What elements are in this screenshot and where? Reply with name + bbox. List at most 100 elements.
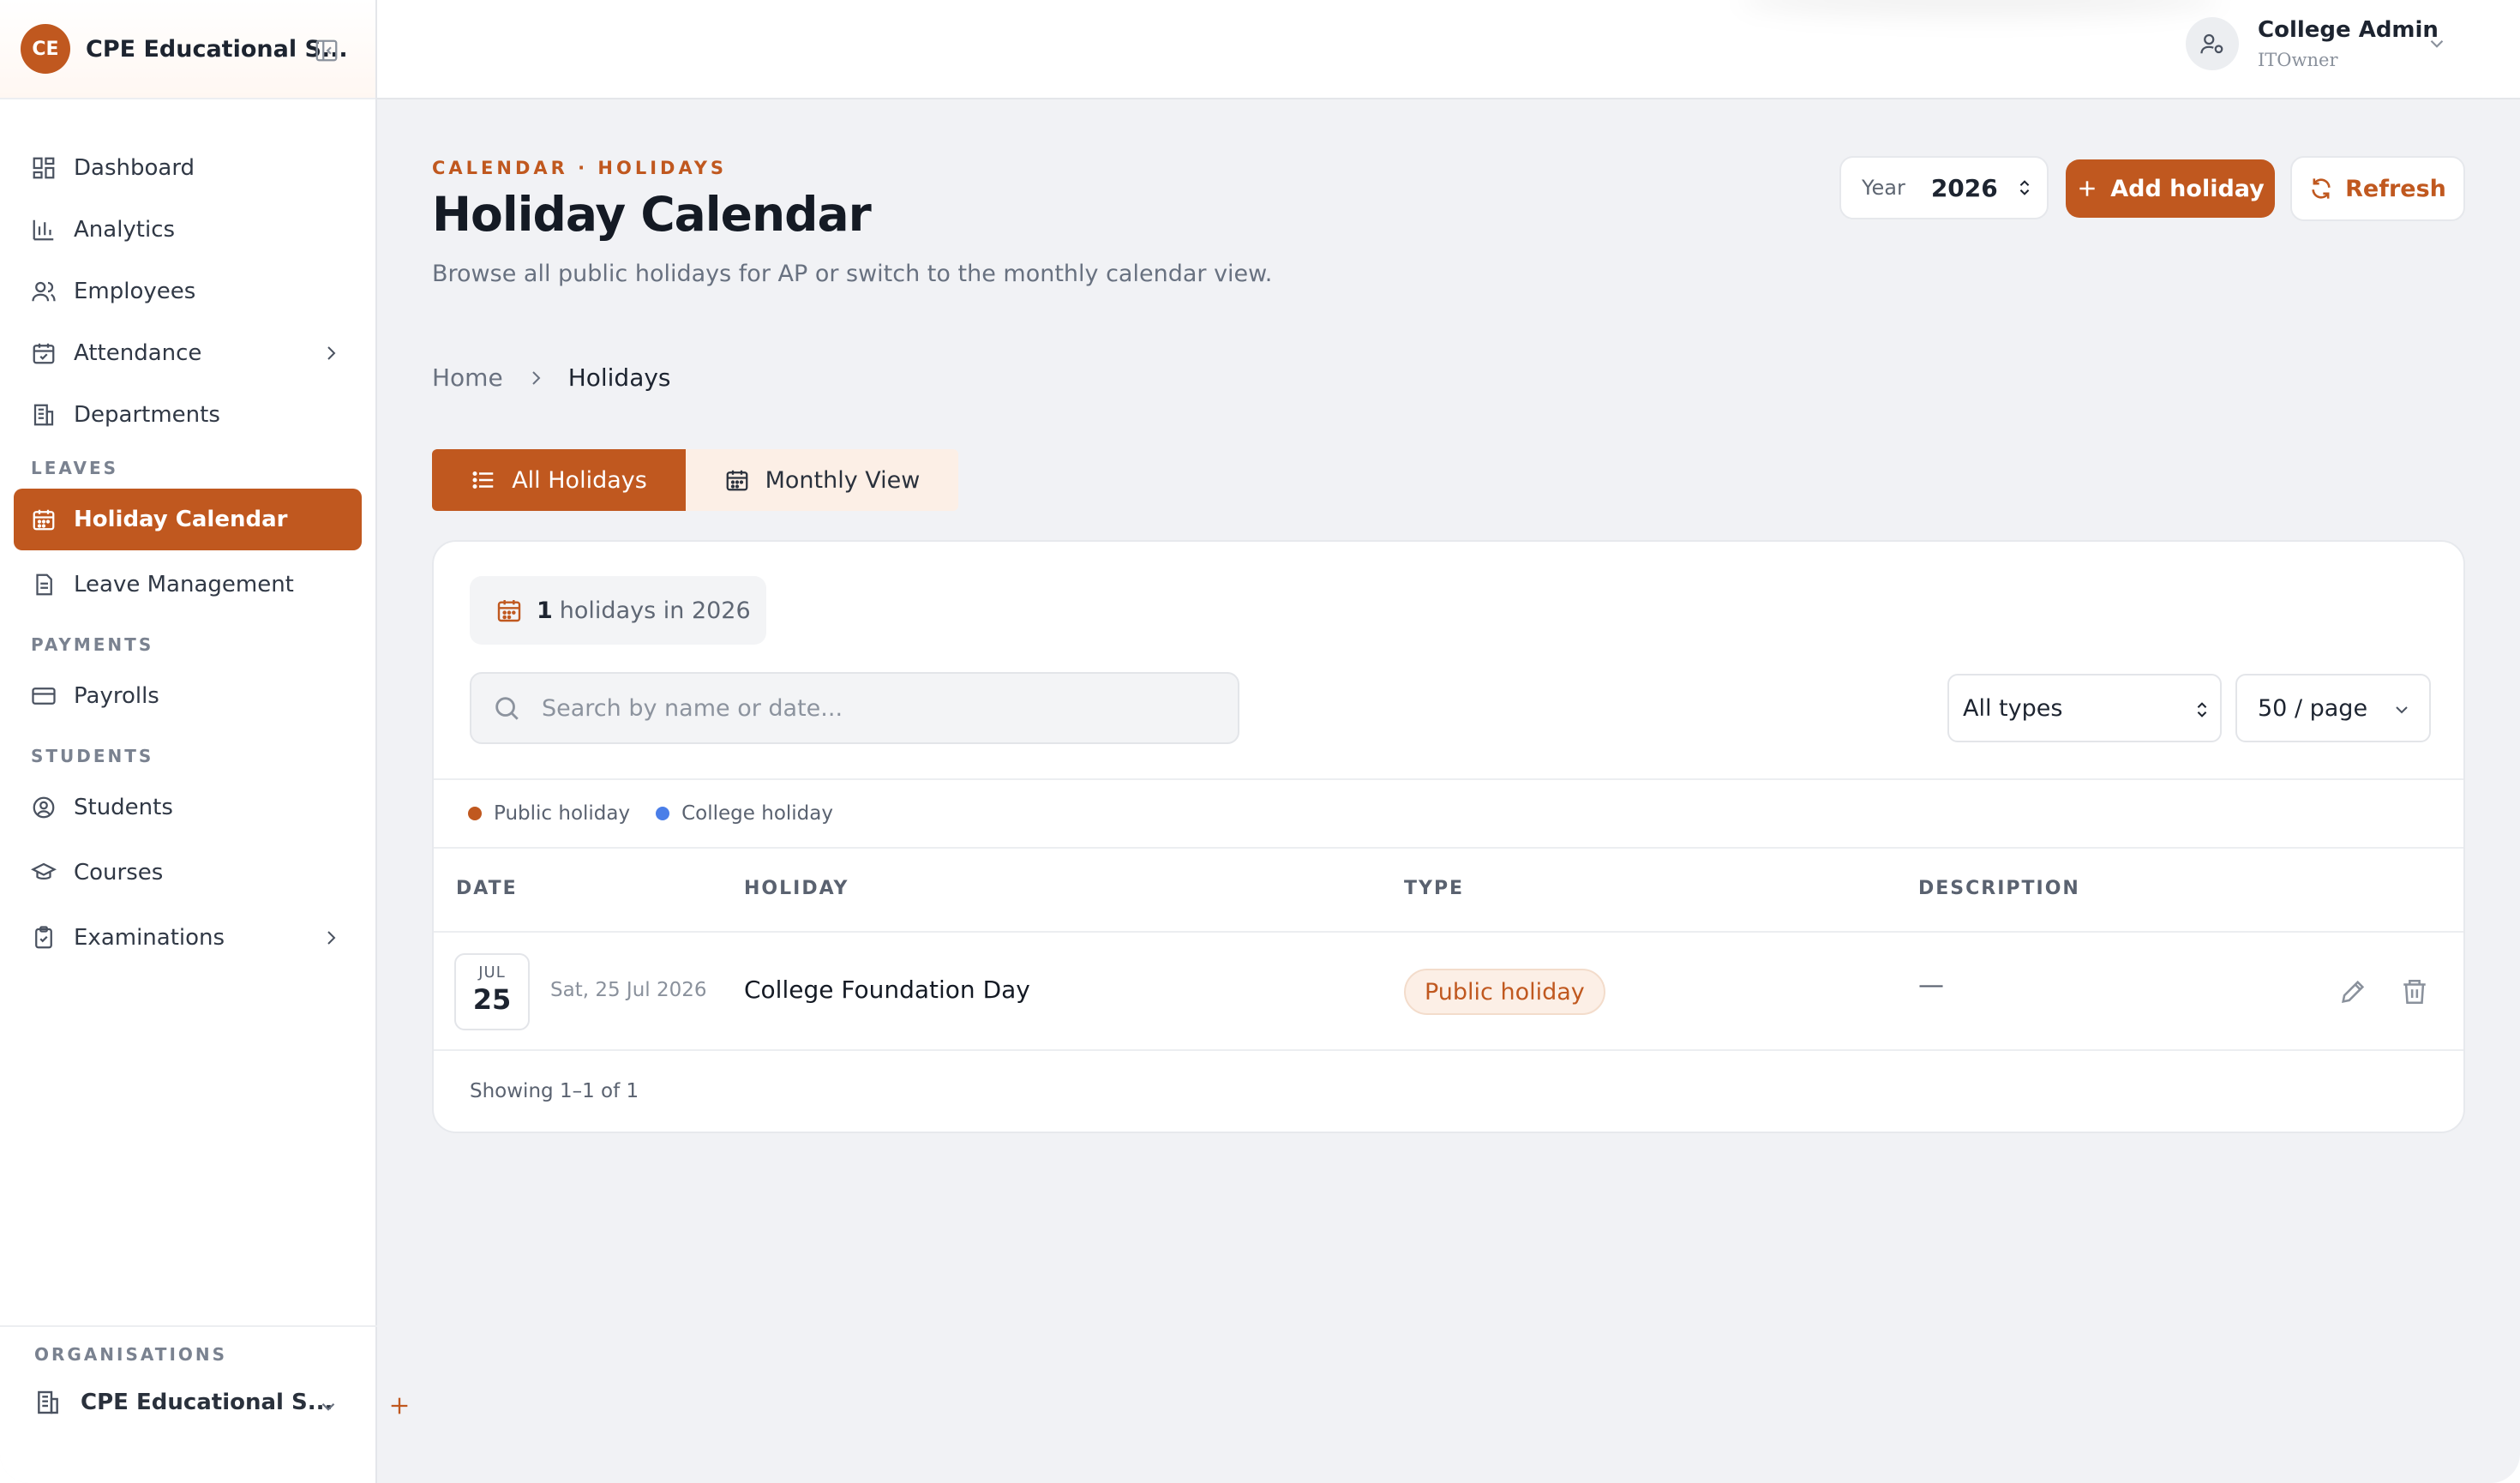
list-icon <box>472 471 494 489</box>
user-name[interactable]: College Admin <box>2258 17 2439 43</box>
column-header-type[interactable]: TYPE <box>1404 878 1464 899</box>
org-avatar[interactable]: CE <box>21 24 70 74</box>
tab-monthly-view[interactable]: Monthly View <box>686 449 958 511</box>
user-circle-icon <box>33 796 55 819</box>
breadcrumb-current: Holidays <box>567 363 671 392</box>
table-row[interactable]: JUL 25 Sat, 25 Jul 2026 College Foundati… <box>434 931 2463 1051</box>
organisations-label: ORGANISATIONS <box>34 1344 228 1365</box>
chevron-down-icon <box>2396 706 2408 714</box>
search-input[interactable] <box>542 694 1210 722</box>
tab-label: Monthly View <box>765 466 921 494</box>
credit-card-icon <box>32 687 56 705</box>
trash-icon[interactable] <box>2400 977 2429 1006</box>
pencil-icon[interactable] <box>2338 977 2367 1006</box>
user-role: ITOwner <box>2258 50 2338 70</box>
sidebar-item-students[interactable]: Students <box>14 777 362 838</box>
sidebar-item-label: Departments <box>74 402 220 428</box>
sidebar-item-courses[interactable]: Courses <box>14 842 362 904</box>
user-avatar[interactable] <box>2186 17 2239 70</box>
legend: Public holiday College holiday <box>434 778 2463 849</box>
clipboard-check-icon <box>35 926 52 949</box>
user-settings-icon <box>2200 33 2223 54</box>
sidebar-item-departments[interactable]: Departments <box>14 384 362 446</box>
refresh-icon <box>2312 178 2331 199</box>
sidebar-header: CE CPE Educational S... <box>0 0 375 99</box>
page-size-select[interactable]: 50 / page <box>2235 674 2431 742</box>
page-subtitle: Browse all public holidays for AP or swi… <box>432 261 1273 287</box>
calendar-icon <box>726 470 747 491</box>
legend-dot <box>468 807 482 820</box>
year-value: 2026 <box>1930 173 1998 202</box>
holiday-name: College Foundation Day <box>744 976 1030 1004</box>
plus-icon <box>2079 181 2095 196</box>
chevron-down-icon[interactable] <box>2426 33 2448 55</box>
year-label: Year <box>1862 176 1905 200</box>
sidebar-item-label: Leave Management <box>74 572 294 597</box>
page-size-value: 50 / page <box>2258 694 2368 722</box>
org-switcher-label: CPE Educational S... <box>81 1390 333 1415</box>
org-name[interactable]: CPE Educational S... <box>86 36 348 63</box>
holiday-description: — <box>1918 970 1944 1000</box>
breadcrumb-home[interactable]: Home <box>432 363 503 392</box>
holiday-count-text: holidays in 2026 <box>559 597 751 624</box>
page-eyebrow: CALENDAR · HOLIDAYS <box>432 158 728 178</box>
legend-label: College holiday <box>681 802 833 825</box>
dashboard-icon <box>33 157 55 179</box>
page-title: Holiday Calendar <box>432 187 872 242</box>
calendar-icon <box>497 600 521 622</box>
date-tile: JUL 25 <box>454 953 530 1030</box>
type-badge: Public holiday <box>1404 969 1605 1015</box>
nav-section-payments: PAYMENTS <box>31 634 154 655</box>
add-org-icon[interactable] <box>387 1394 411 1418</box>
sidebar-item-leave-management[interactable]: Leave Management <box>14 554 362 615</box>
sidebar-item-label: Holiday Calendar <box>74 507 288 532</box>
graduation-cap-icon <box>31 862 57 880</box>
column-header-date[interactable]: DATE <box>456 878 518 899</box>
sidebar-item-label: Payrolls <box>74 683 159 709</box>
users-icon <box>32 281 56 302</box>
search-box <box>470 672 1239 744</box>
search-icon <box>495 697 519 720</box>
date-month: JUL <box>478 964 506 982</box>
nav-section-students: STUDENTS <box>31 746 154 766</box>
date-full: Sat, 25 Jul 2026 <box>550 979 707 1001</box>
type-filter-select[interactable]: All types <box>1947 674 2222 742</box>
sidebar-item-analytics[interactable]: Analytics <box>14 199 362 261</box>
chevron-right-icon <box>327 346 336 360</box>
org-switcher[interactable]: CPE Educational S... <box>34 1389 333 1416</box>
sidebar-footer: ORGANISATIONS CPE Educational S... <box>0 1325 377 1483</box>
legend-label: Public holiday <box>494 802 631 825</box>
chevron-down-icon[interactable] <box>317 1396 339 1418</box>
add-holiday-button[interactable]: Add holiday <box>2066 159 2275 218</box>
calendar-check-icon <box>33 343 55 364</box>
sidebar-item-label: Analytics <box>74 217 176 243</box>
sidebar-collapse-icon[interactable] <box>314 38 339 63</box>
sidebar-item-examinations[interactable]: Examinations <box>14 907 362 969</box>
sidebar-item-holiday-calendar[interactable]: Holiday Calendar <box>14 489 362 550</box>
updown-icon <box>2019 180 2030 195</box>
sidebar-item-label: Attendance <box>74 340 202 366</box>
sidebar-item-employees[interactable]: Employees <box>14 261 362 322</box>
sidebar-item-payrolls[interactable]: Payrolls <box>14 665 362 727</box>
refresh-button[interactable]: Refresh <box>2290 156 2465 221</box>
sidebar-item-label: Courses <box>74 860 164 886</box>
sidebar: CE CPE Educational S... Dashboard Analyt… <box>0 0 377 1483</box>
sidebar-item-dashboard[interactable]: Dashboard <box>14 137 362 199</box>
pagination-summary: Showing 1–1 of 1 <box>470 1080 639 1102</box>
tab-all-holidays[interactable]: All Holidays <box>432 449 686 511</box>
add-holiday-label: Add holiday <box>2110 175 2265 202</box>
date-day: 25 <box>472 983 512 1016</box>
app-window: CE CPE Educational S... Dashboard Analyt… <box>0 0 2520 1483</box>
sidebar-item-label: Dashboard <box>74 155 195 181</box>
sidebar-item-attendance[interactable]: Attendance <box>14 322 362 384</box>
sidebar-item-label: Students <box>74 795 173 820</box>
holiday-count: 1 <box>537 597 553 624</box>
column-header-holiday[interactable]: HOLIDAY <box>744 878 849 899</box>
updown-icon <box>2197 702 2207 717</box>
legend-item-public: Public holiday <box>468 802 630 825</box>
year-select[interactable]: Year 2026 <box>1839 156 2049 219</box>
type-filter-value: All types <box>1963 694 2063 722</box>
building-icon <box>38 1390 58 1414</box>
column-header-description[interactable]: DESCRIPTION <box>1918 878 2080 899</box>
document-icon <box>36 573 52 596</box>
